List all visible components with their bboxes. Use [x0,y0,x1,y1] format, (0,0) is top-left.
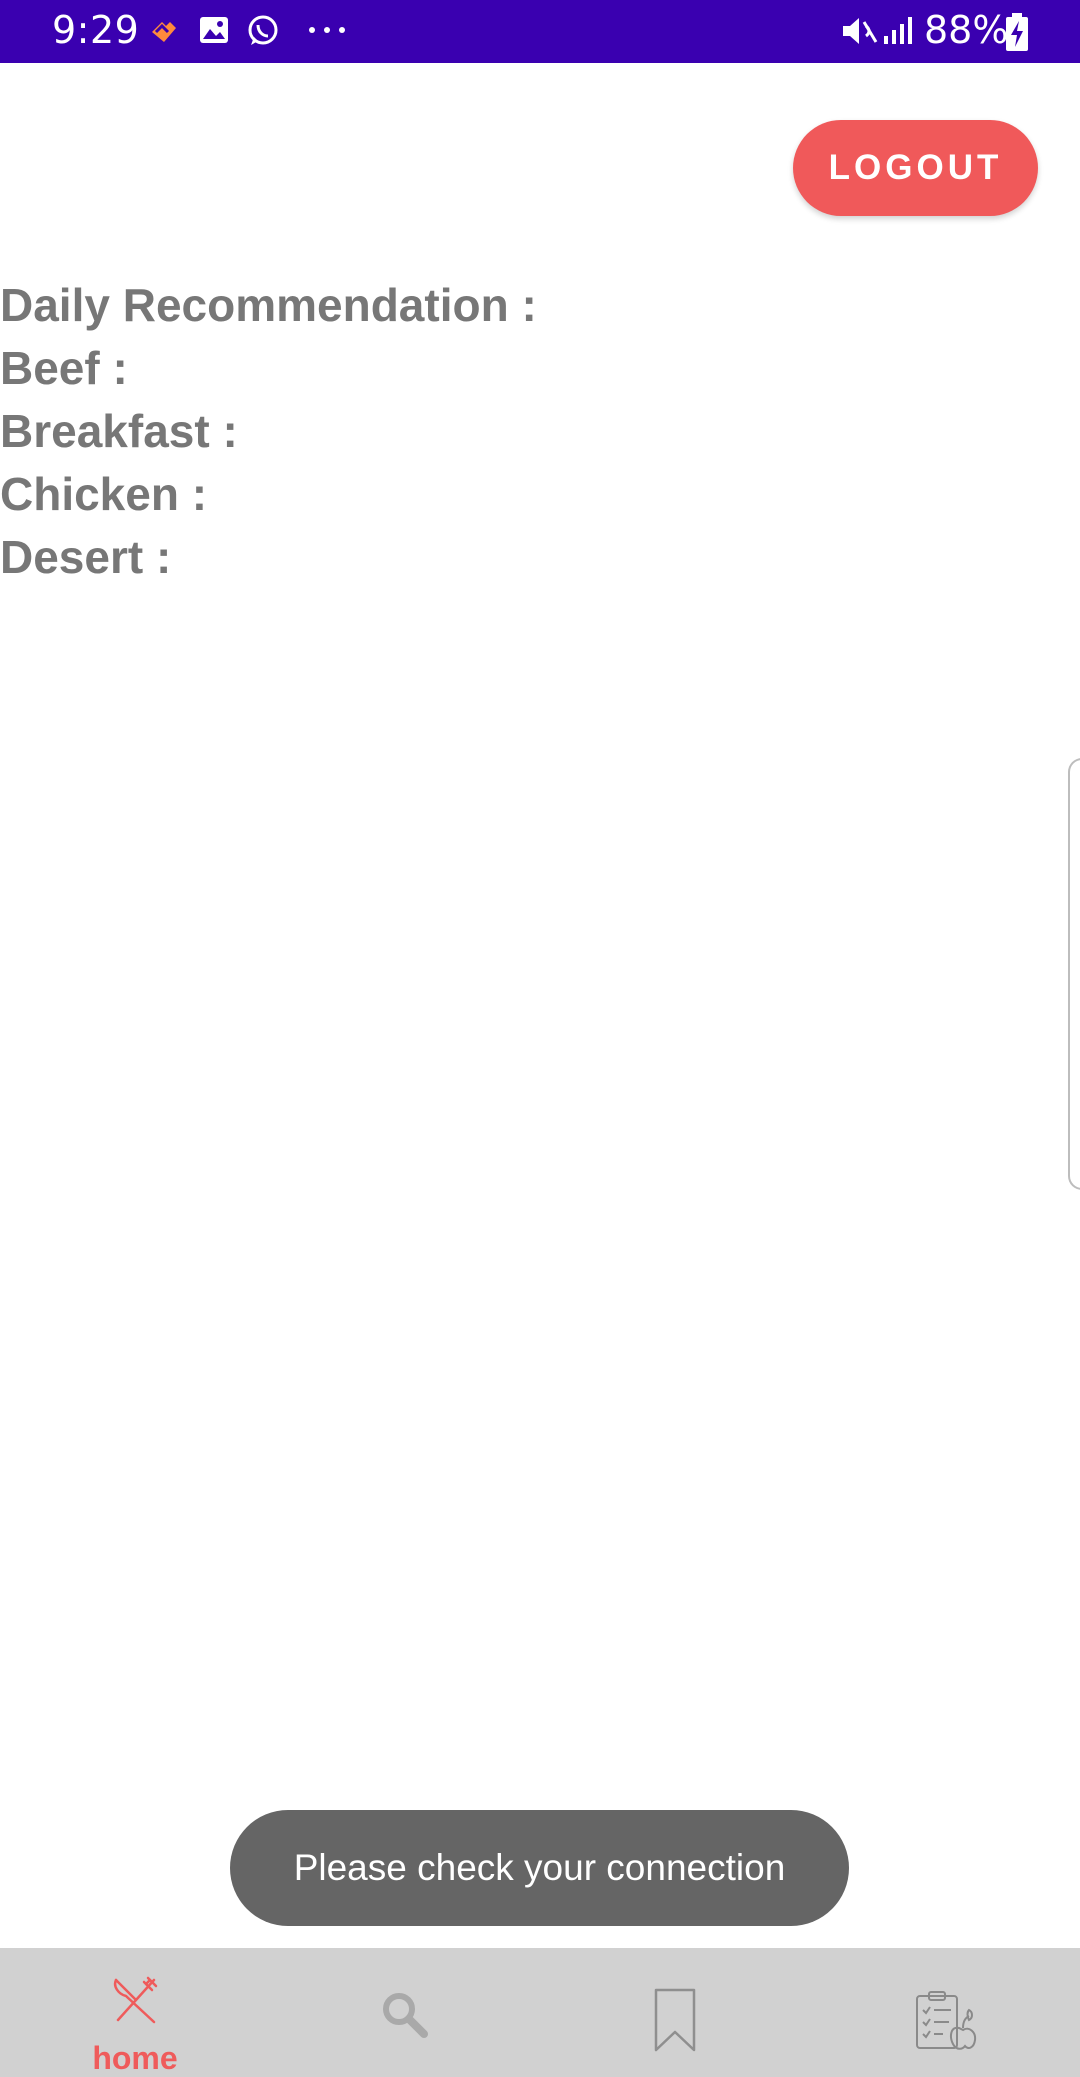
recommendation-list: Daily Recommendation : Beef : Breakfast … [0,274,537,589]
status-bar: 9:29 88% [0,0,1080,63]
daily-recommendation-label: Daily Recommendation : [0,279,537,331]
fork-knife-icon [113,1976,158,2024]
nav-label-home: home [92,2040,178,2076]
breakfast-label: Breakfast : [0,405,238,457]
battery-percent: 88% [924,8,1009,52]
beef-label: Beef : [0,342,128,394]
heart-app-icon [152,22,176,42]
bottom-nav: home [0,1948,1080,2077]
gallery-icon [200,17,228,43]
more-dots-icon [309,27,345,33]
bookmark-icon [654,1988,696,2052]
toast-message: Please check your connection [293,1847,786,1888]
status-time: 9:29 [52,8,140,52]
search-icon [383,1993,428,2038]
diet-plan-icon [916,1991,977,2050]
connection-toast: Please check your connection [230,1810,849,1926]
nav-item-bookmarks[interactable] [540,1948,810,2077]
whatsapp-icon [248,15,278,45]
nav-item-search[interactable] [270,1948,540,2077]
mute-icon [843,18,878,44]
battery-charging-icon [1006,13,1028,51]
nav-item-home[interactable]: home [0,1948,270,2077]
nav-item-diet-plan[interactable] [810,1948,1080,2077]
edge-panel-handle[interactable] [1068,758,1080,1190]
desert-label: Desert : [0,531,172,583]
logout-button[interactable]: LOGOUT [793,120,1038,216]
signal-icon [884,17,912,44]
chicken-label: Chicken : [0,468,208,520]
